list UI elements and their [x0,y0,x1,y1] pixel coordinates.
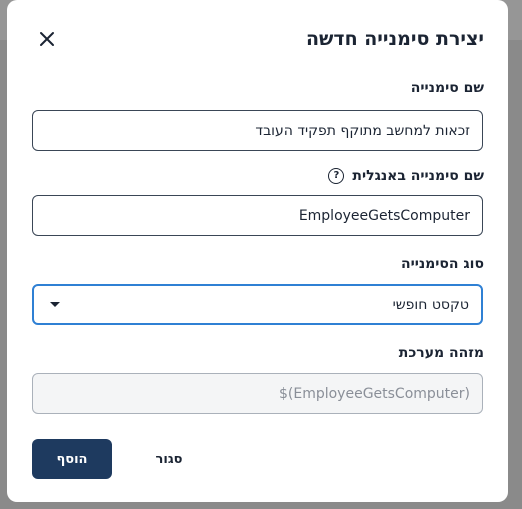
bookmark-type-select[interactable]: טקסט חופשי [32,284,483,325]
chevron-down-icon [50,302,60,307]
system-id-value: $(EmployeeGetsComputer) [278,385,470,402]
close-icon[interactable] [37,29,57,49]
system-id-label-text: מזהה מערכת [398,345,484,361]
add-button[interactable]: הוסף [32,439,112,479]
bookmark-type-label: סוג הסימנייה [401,256,484,272]
bookmark-type-selected: טקסט חופשי [392,296,469,313]
dialog-title: יצירת סימנייה חדשה [305,28,484,50]
system-id-field: $(EmployeeGetsComputer) [32,373,483,414]
question-icon[interactable]: ? [328,168,345,184]
bookmark-name-label-text: שם סימנייה [410,80,484,96]
close-button[interactable]: סגור [139,441,199,477]
bookmark-name-label: שם סימנייה [411,80,484,96]
create-bookmark-dialog: יצירת סימנייה חדשה שם סימנייה שם סימנייה… [7,0,508,502]
bookmark-english-name-label: שם סימנייה באנגלית ? [328,168,484,184]
system-id-label: מזהה מערכת [399,345,484,361]
bookmark-english-name-input[interactable] [32,195,483,236]
bookmark-type-label-text: סוג הסימנייה [400,256,484,272]
bookmark-name-input[interactable] [32,110,483,151]
bookmark-english-name-label-text: שם סימנייה באנגלית [352,168,484,184]
